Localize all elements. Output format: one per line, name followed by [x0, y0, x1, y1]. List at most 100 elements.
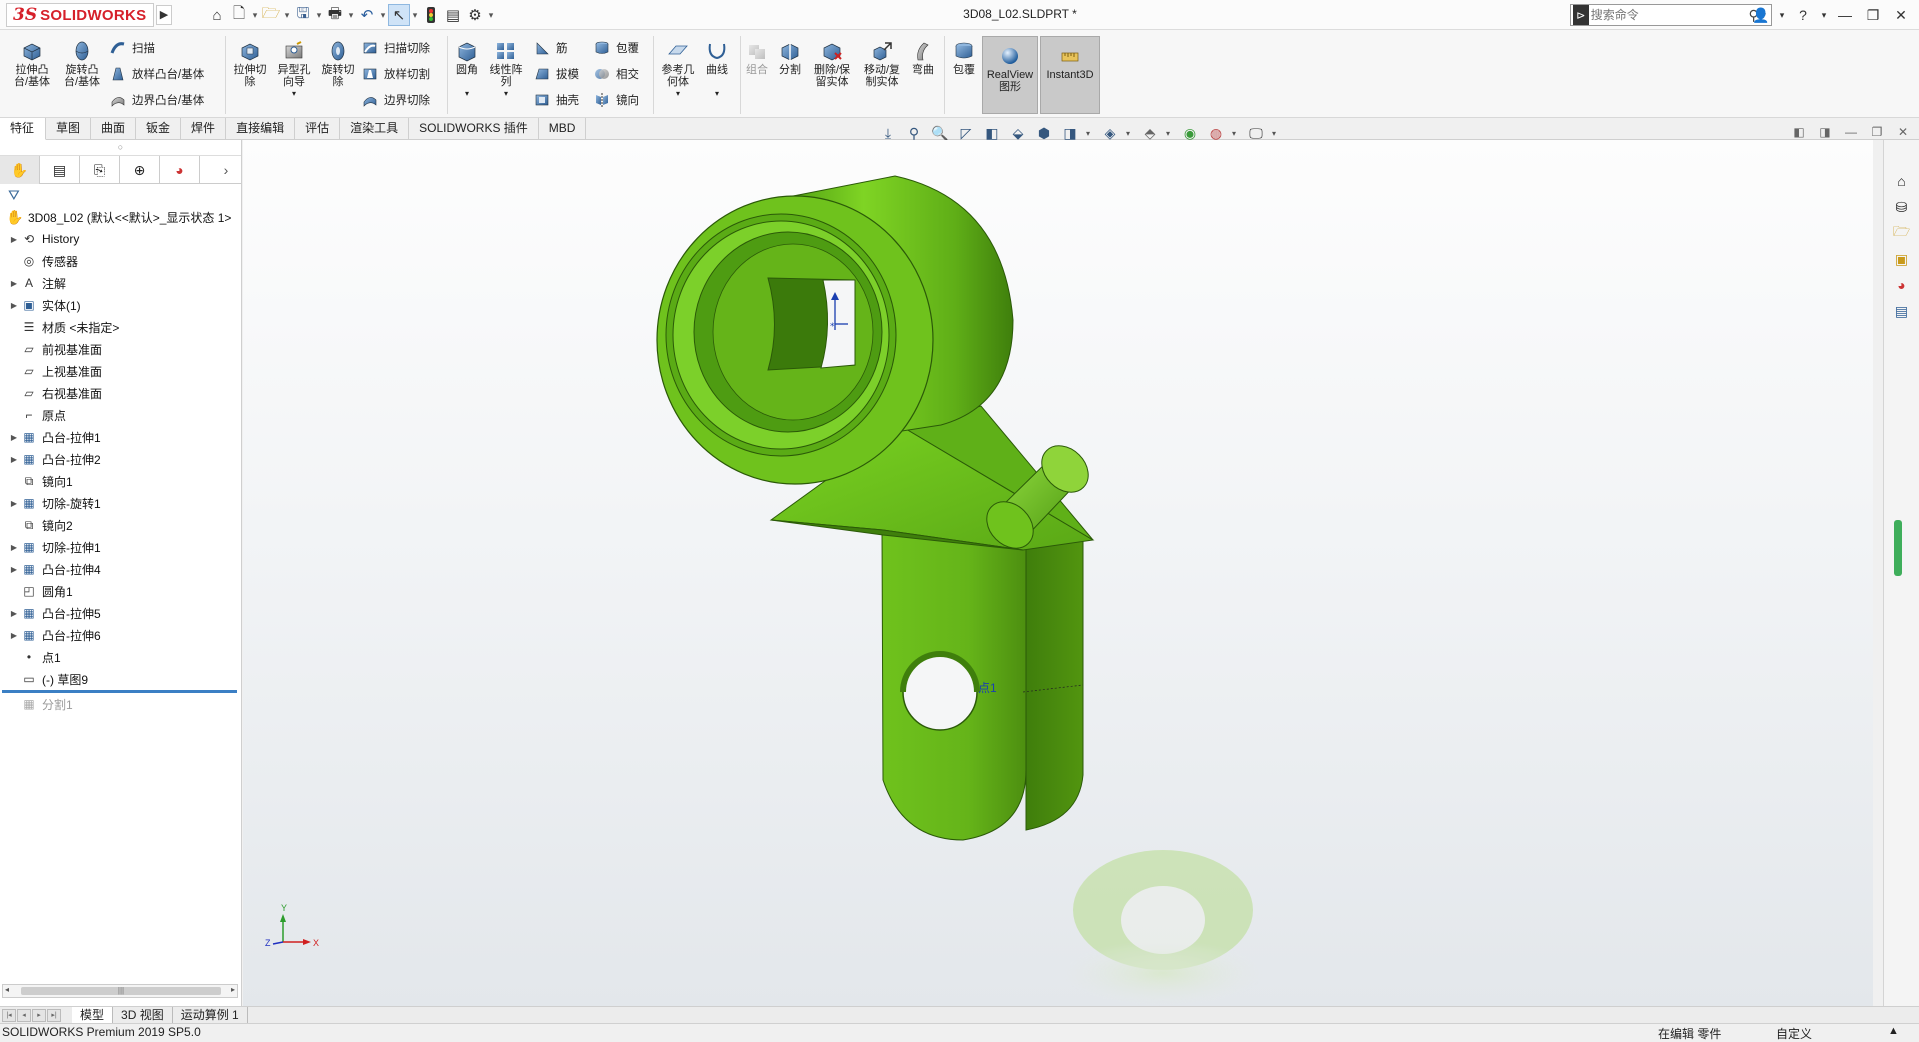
mirror-button[interactable]: 镜向: [594, 88, 639, 112]
tree-item[interactable]: ▭ (-) 草图9: [2, 668, 241, 690]
rebuild-icon[interactable]: [420, 4, 442, 26]
intersect-button[interactable]: 相交: [594, 62, 639, 86]
tree-item[interactable]: ☰ 材质 <未指定>: [2, 316, 241, 338]
revolve-cut-button[interactable]: 旋转切 除: [316, 40, 360, 88]
configuration-manager-tab-icon[interactable]: ⎘: [80, 156, 120, 184]
status-units[interactable]: 自定义: [1776, 1025, 1812, 1042]
tree-root-part[interactable]: ✋ 3D08_L02 (默认<<默认>_显示状态 1>: [2, 206, 241, 228]
collapse-right-icon[interactable]: ◨: [1817, 124, 1833, 140]
combine-button[interactable]: 组合: [742, 40, 772, 76]
minimize-icon[interactable]: —: [1833, 4, 1857, 26]
solidworks-logo[interactable]: 3S SOLIDWORKS: [6, 3, 154, 27]
revolve-boss-button[interactable]: 旋转凸 台/基体: [60, 40, 104, 88]
lofted-cut-button[interactable]: 放样切割: [362, 62, 430, 86]
first-tab-icon[interactable]: |◂: [2, 1008, 16, 1022]
file-explorer-icon[interactable]: 🗁: [1889, 222, 1915, 244]
curves-button[interactable]: 曲线 ▾: [700, 40, 734, 100]
tree-item[interactable]: ⧉ 镜向2: [2, 514, 241, 536]
new-dropdown-icon[interactable]: ▾: [250, 10, 260, 21]
more-tabs-arrow-icon[interactable]: ›: [211, 156, 241, 184]
command-tab[interactable]: 渲染工具: [340, 118, 410, 140]
tree-item[interactable]: ▶ ⟲ History: [2, 228, 241, 250]
boundary-cut-button[interactable]: 边界切除: [362, 88, 430, 112]
options-gear-icon[interactable]: ⚙: [464, 4, 486, 26]
next-tab-icon[interactable]: ▸: [32, 1008, 46, 1022]
viewport-close-icon[interactable]: ✕: [1895, 124, 1911, 140]
save-icon[interactable]: 🖫: [292, 4, 314, 26]
last-tab-icon[interactable]: ▸|: [47, 1008, 61, 1022]
sweep-button[interactable]: 扫描: [110, 36, 155, 60]
tree-item[interactable]: ◎ 传感器: [2, 250, 241, 272]
home-icon[interactable]: ⌂: [206, 4, 228, 26]
display-style-dropdown-icon[interactable]: ▾: [1086, 129, 1094, 138]
graphics-area[interactable]: 点1 * Y X Z: [243, 140, 1873, 1006]
tree-item[interactable]: ▶ ▦ 凸台-拉伸5: [2, 602, 241, 624]
open-icon[interactable]: 🗁: [260, 4, 282, 26]
filter-icon[interactable]: ⛛: [0, 184, 241, 206]
expand-arrow-icon[interactable]: ▶: [8, 301, 20, 310]
select-pointer-icon[interactable]: ↖: [388, 4, 410, 26]
collapse-left-icon[interactable]: ◧: [1791, 124, 1807, 140]
hide-show-dropdown-icon[interactable]: ▾: [1126, 129, 1134, 138]
realview-graphics-button[interactable]: RealView 图形: [982, 36, 1038, 114]
part-model[interactable]: 点1 * Y X Z: [243, 140, 1873, 1006]
prev-tab-icon[interactable]: ◂: [17, 1008, 31, 1022]
expand-arrow-icon[interactable]: ▶: [8, 565, 20, 574]
status-expand-icon[interactable]: ▲: [1888, 1025, 1899, 1037]
tree-item[interactable]: ⧉ 镜向1: [2, 470, 241, 492]
move-copy-body-button[interactable]: 移动/复 制实体: [858, 40, 906, 88]
shell-button[interactable]: 抽壳: [534, 88, 579, 112]
expand-arrow-icon[interactable]: ▶: [8, 279, 20, 288]
expand-arrow-icon[interactable]: ▶: [8, 433, 20, 442]
view-palette-icon[interactable]: ▣: [1889, 248, 1915, 270]
undo-icon[interactable]: ↶: [356, 4, 378, 26]
tree-item[interactable]: ▶ ▦ 切除-旋转1: [2, 492, 241, 514]
user-icon[interactable]: 👤: [1749, 4, 1773, 26]
design-library-icon[interactable]: ⛁: [1889, 196, 1915, 218]
expand-arrow-icon[interactable]: ▶: [8, 455, 20, 464]
close-icon[interactable]: ✕: [1889, 4, 1913, 26]
open-dropdown-icon[interactable]: ▾: [282, 10, 292, 21]
tree-item[interactable]: ▶ ▦ 切除-拉伸1: [2, 536, 241, 558]
feature-manager-tab-icon[interactable]: ✋: [0, 156, 40, 184]
reference-geometry-dropdown-icon[interactable]: ▾: [676, 88, 680, 100]
undo-dropdown-icon[interactable]: ▾: [378, 10, 388, 21]
tree-item[interactable]: ⌐ 原点: [2, 404, 241, 426]
scene-dropdown-icon[interactable]: ▾: [1232, 129, 1240, 138]
tree-item[interactable]: ▶ A 注解: [2, 272, 241, 294]
extrude-cut-button[interactable]: 拉伸切 除: [228, 40, 272, 88]
command-tab[interactable]: 评估: [295, 118, 341, 140]
split-button[interactable]: 分割: [774, 40, 806, 76]
tree-item[interactable]: ◰ 圆角1: [2, 580, 241, 602]
flex-button[interactable]: 弯曲: [908, 40, 938, 76]
scroll-left-icon[interactable]: ◂: [5, 985, 9, 994]
appearance-dropdown-icon[interactable]: ▾: [1166, 129, 1174, 138]
print-icon[interactable]: 🖶: [324, 4, 346, 26]
model-view-tab[interactable]: 运动算例 1: [173, 1006, 248, 1024]
tree-item[interactable]: ▱ 右视基准面: [2, 382, 241, 404]
view-settings-dropdown-icon[interactable]: ▾: [1272, 129, 1280, 138]
tree-item[interactable]: ▶ ▦ 凸台-拉伸6: [2, 624, 241, 646]
hole-wizard-button[interactable]: 异型孔 向导 ▾: [272, 40, 316, 100]
linear-pattern-button[interactable]: 线性阵 列 ▾: [486, 40, 526, 100]
tree-item[interactable]: ▶ ▦ 凸台-拉伸2: [2, 448, 241, 470]
task-pane-scroll-indicator[interactable]: [1894, 520, 1902, 576]
expand-arrow-icon[interactable]: ▶: [8, 543, 20, 552]
tree-horizontal-scrollbar[interactable]: ◂ ||| ▸: [2, 984, 238, 998]
fillet-dropdown-icon[interactable]: ▾: [465, 88, 469, 100]
curves-dropdown-icon[interactable]: ▾: [715, 88, 719, 100]
expand-arrow-icon[interactable]: ▶: [8, 631, 20, 640]
extrude-boss-button[interactable]: 拉伸凸 台/基体: [10, 40, 54, 88]
fillet-button[interactable]: 圆角 ▾: [450, 40, 484, 100]
command-tab[interactable]: 焊件: [181, 118, 227, 140]
expand-arrow-icon[interactable]: ▶: [8, 499, 20, 508]
save-dropdown-icon[interactable]: ▾: [314, 10, 324, 21]
command-tab[interactable]: 直接编辑: [226, 118, 296, 140]
print-dropdown-icon[interactable]: ▾: [346, 10, 356, 21]
command-tab[interactable]: MBD: [539, 118, 587, 140]
linear-pattern-dropdown-icon[interactable]: ▾: [504, 88, 508, 100]
model-view-tab[interactable]: 3D 视图: [113, 1006, 173, 1024]
point-annotation[interactable]: 点1: [978, 681, 997, 695]
tree-item[interactable]: ▶ ▣ 实体(1): [2, 294, 241, 316]
command-tab[interactable]: 曲面: [91, 118, 137, 140]
